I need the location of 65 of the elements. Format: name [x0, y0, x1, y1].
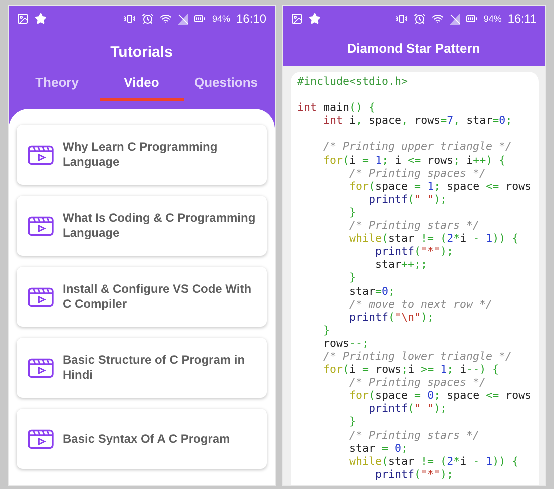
code-line: /* move to next row */ [348, 298, 494, 311]
video-card[interactable]: Install & Configure VS Code With C Compiler [17, 267, 266, 327]
battery-level: 94% [212, 14, 230, 24]
video-title: What Is Coding & C Programming Language [63, 211, 257, 241]
code-line: printf("*"); [374, 245, 455, 258]
code-line: } [348, 206, 358, 220]
code-line: printf(" "); [368, 402, 448, 416]
code-line: while(star != (2*i - 1)) { [348, 454, 520, 468]
code-line: for(i = 1; i <= rows; i++) { [322, 154, 507, 167]
video-icon [27, 286, 55, 308]
code-line: star = 0; [348, 442, 410, 455]
video-icon [27, 357, 55, 379]
code-line: printf("*"); [374, 468, 455, 481]
code-line: /* Printing stars */ [348, 428, 481, 442]
battery-level: 94% [484, 14, 502, 24]
tab[interactable]: Theory [15, 71, 100, 101]
video-title: Basic Syntax Of A C Program [63, 432, 230, 446]
code-line: for(i = rows;i >= 1; i--) { [322, 363, 500, 376]
battery-icon [194, 13, 206, 25]
screen-title: Diamond Star Pattern [347, 40, 480, 58]
screen-title: Tutorials [110, 43, 173, 63]
code-line: while(star != (2*i - 1)) { [348, 232, 520, 246]
clock: 16:10 [236, 12, 266, 26]
code-line: printf(" "); [368, 192, 448, 206]
video-icon [27, 215, 55, 237]
image-icon [17, 13, 29, 25]
code-line: } [348, 415, 358, 429]
vibrate-icon [396, 13, 408, 25]
tab[interactable]: Video [100, 71, 184, 101]
code-line: star=0; [348, 284, 396, 298]
video-icon [27, 428, 55, 450]
code-line: /* Printing spaces */ [348, 376, 488, 390]
code-line: /* Printing lower triangle */ [322, 350, 514, 364]
video-card[interactable]: What Is Coding & C Programming Language [17, 196, 266, 256]
video-title: Why Learn C Programming Language [63, 140, 219, 170]
star-icon [308, 13, 320, 25]
battery-icon [466, 13, 478, 25]
video-title: Basic Structure of C Program in Hindi [63, 353, 246, 383]
code-line: } [348, 271, 358, 284]
code-line: } [322, 324, 332, 337]
video-card[interactable]: Basic Structure of C Program in Hindi [17, 338, 266, 398]
signal-icon [450, 14, 460, 24]
vibrate-icon [124, 13, 136, 25]
code-line: #include<stdio.h> [298, 75, 410, 88]
image-icon [290, 13, 302, 25]
code-line: /* Printing spaces */ [348, 166, 488, 180]
tab[interactable]: Questions [184, 71, 268, 101]
code-line: for(space = 1; space <= rows [348, 180, 533, 193]
signal-icon [178, 14, 188, 24]
video-title: Install & Configure VS Code With C Compiler [63, 282, 253, 312]
code-line: printf("\n"); [348, 310, 436, 324]
code-line: /* Printing upper triangle */ [322, 140, 514, 154]
video-card[interactable]: Why Learn C Programming Language [17, 125, 266, 185]
clock: 16:11 [508, 12, 537, 26]
alarm-icon [142, 13, 154, 25]
video-icon [27, 144, 55, 166]
code-line: star++;; [374, 258, 429, 272]
code-line: for(space = 0; space <= rows [348, 389, 533, 402]
code-line: int i, space, rows=7, star=0; [322, 114, 514, 128]
star-icon [35, 13, 47, 25]
code-line: /* Printing stars */ [348, 219, 481, 232]
video-card[interactable]: Basic Syntax Of A C Program [17, 409, 266, 469]
code-line: int main() { [298, 101, 377, 114]
alarm-icon [414, 13, 426, 25]
code-line: rows--; [322, 336, 370, 350]
